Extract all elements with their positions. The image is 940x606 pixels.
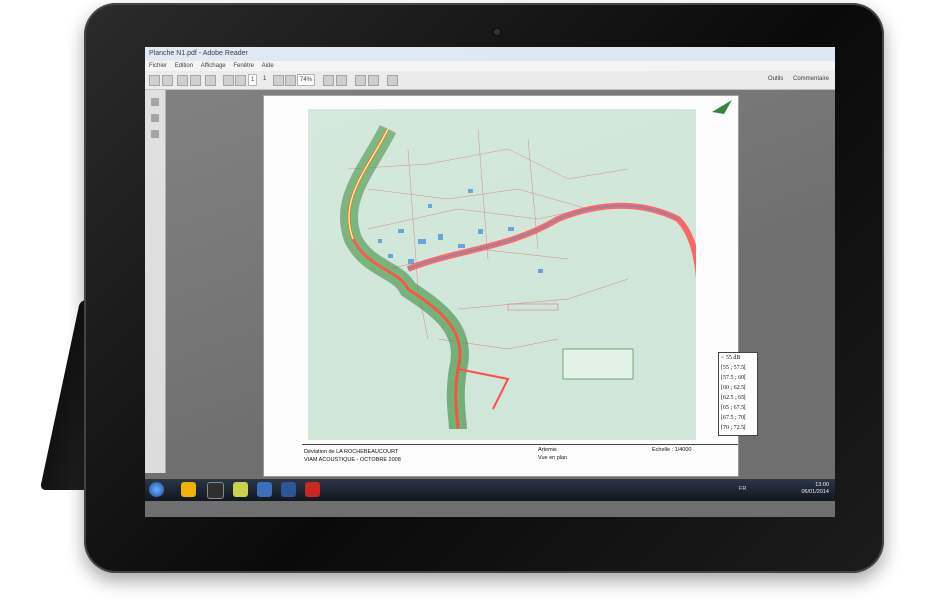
fit-page-icon[interactable] — [323, 75, 334, 86]
layers-icon[interactable] — [151, 130, 159, 138]
comment-icon[interactable] — [355, 75, 366, 86]
legend-item: < 55 dB — [721, 355, 741, 361]
open-icon[interactable] — [162, 75, 173, 86]
comment-link[interactable]: Commentaire — [793, 76, 829, 82]
scale-label: Echelle : 1/4000 — [652, 447, 692, 453]
fullscreen-icon[interactable] — [387, 75, 398, 86]
project-name: Déviation de LA ROCHEBEAUCOURT — [304, 449, 399, 455]
word-icon[interactable] — [281, 482, 296, 497]
zoom-in-icon[interactable] — [285, 75, 296, 86]
pages-icon[interactable] — [151, 98, 159, 106]
clock-date: 06/01/2014 — [801, 489, 829, 495]
window-titlebar: Planche N1.pdf - Adobe Reader — [145, 47, 835, 61]
page-number-input[interactable]: 1 — [248, 74, 258, 86]
menu-bar: Fichier Edition Affichage Fenêtre Aide — [145, 61, 835, 71]
previous-page-icon[interactable] — [223, 75, 234, 86]
clock[interactable]: 13:00 06/01/2014 — [801, 482, 829, 496]
pdf-page: < 55 dB [55 ; 57.5[ [57.5 ; 60[ [60 ; 62… — [263, 95, 758, 477]
legend: < 55 dB [55 ; 57.5[ [57.5 ; 60[ [60 ; 62… — [718, 352, 758, 436]
zoom-field[interactable]: 74% — [297, 74, 316, 86]
toolbar-right-links: Outils Commentaire — [760, 76, 829, 82]
view-label: Vue en plan — [538, 455, 568, 461]
explorer-icon[interactable] — [181, 482, 196, 497]
create-pdf-icon[interactable] — [149, 75, 160, 86]
legend-item: [70 ; 72.5[ — [721, 425, 747, 431]
camera-icon — [492, 27, 502, 37]
title-block: Déviation de LA ROCHEBEAUCOURT VIAM ACOU… — [302, 444, 738, 475]
menu-item-file[interactable]: Fichier — [149, 63, 167, 69]
legend-item: [65 ; 67.5[ — [721, 405, 747, 411]
zoom-out-icon[interactable] — [273, 75, 284, 86]
menu-item-view[interactable]: Affichage — [201, 63, 226, 69]
files-icon[interactable] — [233, 482, 248, 497]
legend-item: [55 ; 57.5[ — [721, 365, 747, 371]
noise-map — [308, 109, 696, 440]
tools-link[interactable]: Outils — [768, 76, 783, 82]
clock-time: 13:00 — [815, 482, 829, 488]
hp-icon[interactable] — [207, 482, 224, 499]
fit-width-icon[interactable] — [336, 75, 347, 86]
save-icon[interactable] — [177, 75, 188, 86]
navigation-panel — [145, 90, 166, 473]
print-icon[interactable] — [190, 75, 201, 86]
highlight-icon[interactable] — [368, 75, 379, 86]
attachments-icon[interactable] — [151, 114, 159, 122]
menu-item-edit[interactable]: Edition — [175, 63, 193, 69]
taskbar: FR 13:00 06/01/2014 — [145, 479, 835, 501]
next-page-icon[interactable] — [235, 75, 246, 86]
menu-item-window[interactable]: Fenêtre — [233, 63, 254, 69]
outlook-icon[interactable] — [257, 482, 272, 497]
legend-item: [67.5 ; 70[ — [721, 415, 747, 421]
email-icon[interactable] — [205, 75, 216, 86]
window-title: Planche N1.pdf - Adobe Reader — [149, 50, 248, 57]
north-arrow-icon — [712, 100, 732, 114]
toolbar: 1 1 74% Outils Commentaire — [145, 71, 835, 90]
language-indicator[interactable]: FR — [739, 486, 746, 492]
acrobat-icon[interactable] — [305, 482, 320, 497]
screen: Planche N1.pdf - Adobe Reader Fichier Ed… — [145, 47, 835, 517]
start-button[interactable] — [149, 482, 164, 497]
artemis-label: Artemis — [538, 447, 557, 453]
author: VIAM ACOUSTIQUE - OCTOBRE 2008 — [304, 457, 401, 463]
legend-item: [62.5 ; 65[ — [721, 395, 747, 401]
page-total: 1 — [263, 76, 267, 82]
legend-item: [60 ; 62.5[ — [721, 385, 747, 391]
menu-item-help[interactable]: Aide — [262, 63, 274, 69]
legend-item: [57.5 ; 60[ — [721, 375, 747, 381]
